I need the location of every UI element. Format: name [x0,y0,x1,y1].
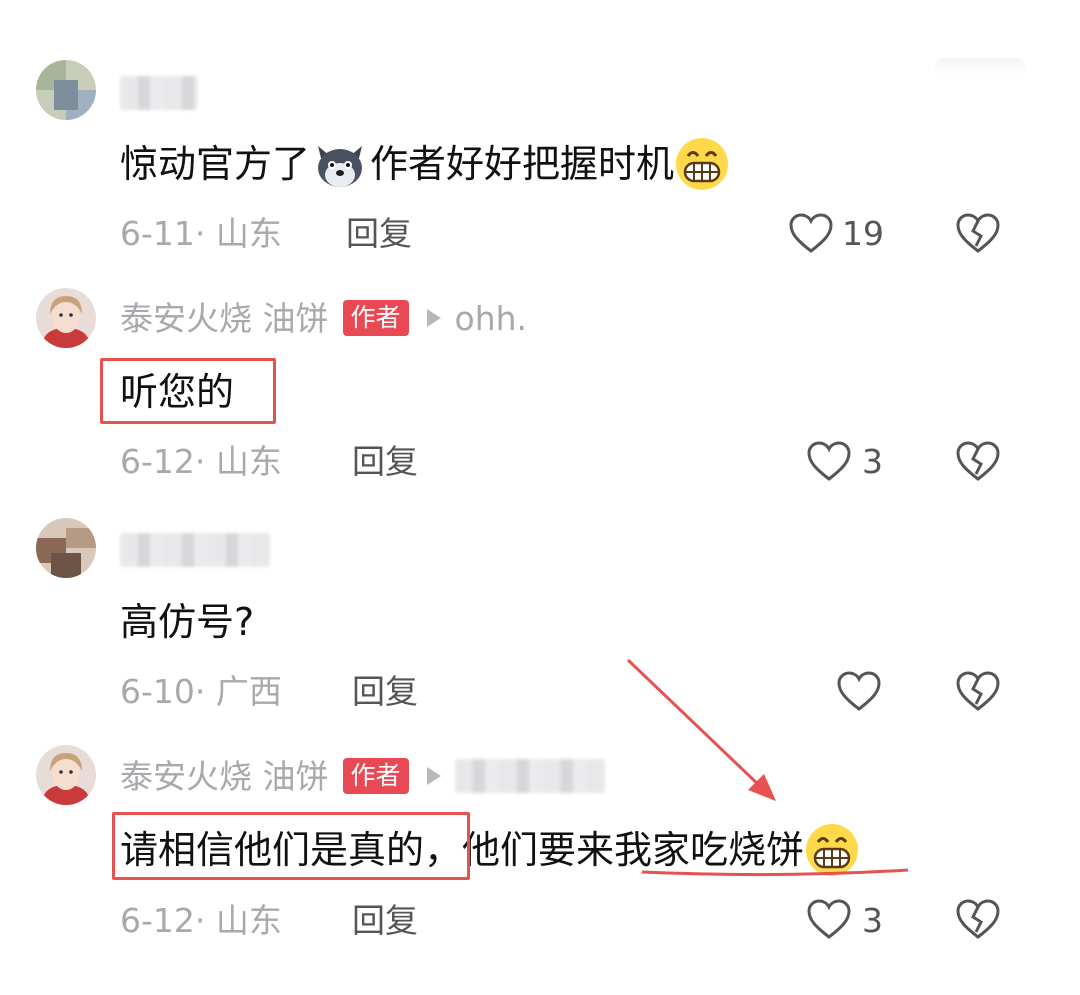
comment-text-before: 惊动官方了 [120,142,311,186]
comment-header: 泰安火烧 油饼 作者 ohh. [120,300,527,336]
comment-text-after: 作者好好把握时机 [370,142,675,186]
commenter-name-blurred[interactable] [120,533,270,567]
reply-arrow-icon [426,767,441,785]
grinning-emoji [676,138,729,190]
reply-to-name-blurred[interactable] [454,759,605,793]
avatar[interactable] [36,60,96,120]
like-count: 19 [842,214,884,253]
comment-date-location: 6-12· 山东 [120,901,282,940]
dislike-button[interactable] [955,670,1001,712]
like-count: 3 [862,442,883,481]
reply-button[interactable]: 回复 [352,445,418,478]
author-name[interactable]: 泰安火烧 油饼 [120,760,329,793]
heart-outline-icon [807,441,851,481]
comment-header: 泰安火烧 油饼 作者 [120,758,605,794]
husky-dog-emoji [318,146,363,187]
comment-date-location: 6-10· 广西 [120,672,282,711]
heart-outline-icon [837,671,881,711]
author-name[interactable]: 泰安火烧 油饼 [120,302,329,335]
reply-to-name[interactable]: ohh. [455,302,528,335]
comment-date-location: 6-12· 山东 [120,442,282,481]
author-avatar[interactable] [36,745,96,805]
like-button[interactable] [788,212,834,254]
author-badge: 作者 [342,300,409,336]
annotation-box [112,812,470,880]
comment-text: 高仿号? [120,600,255,644]
heart-outline-icon [789,213,833,253]
annotation-underline [641,868,909,877]
author-avatar[interactable] [36,288,96,348]
like-button[interactable] [836,670,882,712]
comment-date-location: 6-11· 山东 [120,214,282,253]
broken-heart-icon [956,899,1000,939]
reply-button[interactable]: 回复 [352,904,418,937]
commenter-name-blurred[interactable] [120,76,198,110]
like-count: 3 [862,901,883,940]
dislike-button[interactable] [955,898,1001,940]
reply-button[interactable]: 回复 [346,217,412,250]
broken-heart-icon [956,671,1000,711]
annotation-box [100,358,276,424]
dislike-button[interactable] [955,212,1001,254]
like-button[interactable] [806,440,852,482]
like-button[interactable] [806,898,852,940]
avatar[interactable] [36,518,96,578]
top-edge-shape [935,58,1025,76]
author-badge: 作者 [342,758,409,794]
dislike-button[interactable] [955,440,1001,482]
comment-text: 惊动官方了 作者好好把握时机 [120,136,730,192]
broken-heart-icon [956,441,1000,481]
heart-outline-icon [807,899,851,939]
reply-arrow-icon [426,309,441,327]
reply-button[interactable]: 回复 [352,675,418,708]
broken-heart-icon [956,213,1000,253]
